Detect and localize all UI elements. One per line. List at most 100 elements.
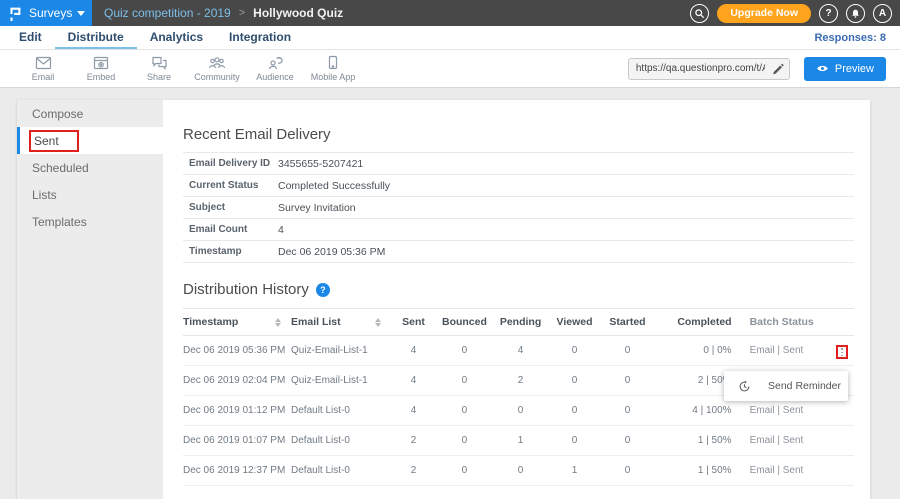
- breadcrumb-current: Hollywood Quiz: [253, 6, 343, 20]
- cell-pending: 2: [492, 366, 548, 396]
- sidebar-item-templates[interactable]: Templates: [17, 208, 163, 235]
- table-row: Dec 06 2019 12:37 PM Default List-0 2 0 …: [183, 456, 854, 486]
- detail-value: 3455655-5207421: [278, 158, 363, 170]
- content-card: Compose Sent Scheduled Lists Templates R…: [17, 100, 870, 499]
- detail-label: Email Delivery ID: [189, 158, 278, 169]
- help-circle-icon[interactable]: ?: [316, 283, 330, 297]
- cell-timestamp: Dec 06 2019 02:04 PM: [183, 366, 291, 396]
- menu-item-send-reminder[interactable]: Send Reminder: [768, 380, 841, 392]
- cell-sent: 2: [391, 426, 437, 456]
- toolbar-item-label: Share: [147, 72, 171, 82]
- toolbar-item-share[interactable]: Share: [130, 56, 188, 82]
- column-header-completed: Completed: [654, 309, 737, 336]
- cell-timestamp: Dec 06 2019 01:07 PM: [183, 426, 291, 456]
- cell-bounced: 0: [436, 426, 492, 456]
- distribution-history-title-text: Distribution History: [183, 281, 309, 298]
- detail-row: Email Count 4: [183, 219, 854, 241]
- tab-edit[interactable]: Edit: [6, 26, 55, 49]
- toolbar-item-audience[interactable]: Audience: [246, 56, 304, 82]
- detail-value: Dec 06 2019 05:36 PM: [278, 246, 385, 258]
- logo-area: Surveys: [0, 0, 92, 26]
- detail-row: Current Status Completed Successfully: [183, 175, 854, 197]
- sort-icon[interactable]: [275, 318, 281, 327]
- cell-timestamp: Dec 06 2019 01:12 PM: [183, 396, 291, 426]
- breadcrumb: Quiz competition - 2019 > Hollywood Quiz: [104, 0, 343, 26]
- toolbar-item-label: Embed: [87, 72, 116, 82]
- cell-sent: 4: [391, 396, 437, 426]
- distribute-sidebar: Compose Sent Scheduled Lists Templates: [17, 100, 163, 499]
- tab-integration[interactable]: Integration: [216, 26, 304, 49]
- cell-viewed: 0: [549, 366, 601, 396]
- cell-started: 0: [600, 426, 654, 456]
- column-header-started: Started: [600, 309, 654, 336]
- detail-row: Timestamp Dec 06 2019 05:36 PM: [183, 241, 854, 263]
- edit-url-icon[interactable]: [771, 62, 784, 75]
- toolbar-item-mobile-app[interactable]: Mobile App: [304, 55, 362, 82]
- top-header-bar: Surveys Quiz competition - 2019 > Hollyw…: [0, 0, 900, 26]
- cell-batch-status: Email | Sent: [738, 336, 819, 366]
- sidebar-item-compose[interactable]: Compose: [17, 100, 163, 127]
- row-options-button[interactable]: [836, 345, 848, 359]
- cell-started: 0: [600, 336, 654, 366]
- help-icon: ?: [825, 8, 831, 19]
- cell-bounced: 0: [436, 366, 492, 396]
- column-header-timestamp: Timestamp: [183, 309, 291, 336]
- cell-viewed: 0: [549, 396, 601, 426]
- tab-analytics[interactable]: Analytics: [137, 26, 216, 49]
- help-button[interactable]: ?: [819, 4, 838, 23]
- toolbar-item-email[interactable]: Email: [14, 56, 72, 82]
- surveys-menu[interactable]: Surveys: [29, 6, 85, 20]
- column-header-sent: Sent: [391, 309, 437, 336]
- sort-icon[interactable]: [375, 318, 381, 327]
- questionpro-logo: [8, 5, 22, 22]
- detail-label: Email Count: [189, 224, 278, 235]
- cell-sent: 4: [391, 336, 437, 366]
- table-row: Dec 06 2019 05:36 PM Quiz-Email-List-1 4…: [183, 336, 854, 366]
- eye-icon: [816, 64, 829, 73]
- cell-timestamp: Dec 06 2019 12:37 PM: [183, 456, 291, 486]
- cell-email-list: Quiz-Email-List-1: [291, 336, 391, 366]
- breadcrumb-separator-icon: >: [239, 7, 245, 19]
- header-actions: Upgrade Now ? A: [690, 0, 900, 26]
- survey-nav: Edit Distribute Analytics Integration Re…: [0, 26, 900, 50]
- detail-row: Subject Survey Invitation: [183, 197, 854, 219]
- cell-timestamp: Dec 06 2019 05:36 PM: [183, 336, 291, 366]
- column-header-viewed: Viewed: [549, 309, 601, 336]
- cell-bounced: 0: [436, 396, 492, 426]
- detail-label: Timestamp: [189, 246, 278, 257]
- community-icon: [208, 56, 226, 70]
- cell-bounced: 0: [436, 336, 492, 366]
- column-header-actions: [819, 309, 854, 336]
- cell-pending: 4: [492, 336, 548, 366]
- share-icon: [151, 56, 168, 70]
- row-options-menu: Send Reminder: [724, 371, 848, 401]
- detail-label: Subject: [189, 202, 278, 213]
- detail-row: Email Delivery ID 3455655-5207421: [183, 153, 854, 175]
- upgrade-now-button[interactable]: Upgrade Now: [717, 4, 811, 23]
- tab-distribute[interactable]: Distribute: [55, 26, 137, 49]
- responses-count[interactable]: Responses: 8: [814, 26, 894, 49]
- cell-viewed: 0: [549, 426, 601, 456]
- toolbar-item-embed[interactable]: Embed: [72, 56, 130, 82]
- survey-url-input[interactable]: [628, 58, 790, 80]
- cell-email-list: Default List-0: [291, 456, 391, 486]
- cell-sent: 4: [391, 366, 437, 396]
- search-button[interactable]: [690, 4, 709, 23]
- column-header-bounced: Bounced: [436, 309, 492, 336]
- cell-pending: 0: [492, 456, 548, 486]
- column-header-batch-status: Batch Status: [738, 309, 819, 336]
- avatar[interactable]: A: [873, 4, 892, 23]
- annotation-highlight: Sent: [29, 130, 79, 152]
- toolbar-item-label: Audience: [256, 72, 294, 82]
- breadcrumb-parent[interactable]: Quiz competition - 2019: [104, 6, 231, 20]
- preview-button[interactable]: Preview: [804, 57, 886, 81]
- sidebar-item-lists[interactable]: Lists: [17, 181, 163, 208]
- sidebar-item-sent[interactable]: Sent: [17, 127, 163, 154]
- cell-started: 0: [600, 456, 654, 486]
- sidebar-item-scheduled[interactable]: Scheduled: [17, 154, 163, 181]
- detail-value: 4: [278, 224, 284, 236]
- cell-started: 0: [600, 396, 654, 426]
- toolbar-item-community[interactable]: Community: [188, 56, 246, 82]
- toolbar-item-label: Email: [32, 72, 55, 82]
- notifications-button[interactable]: [846, 4, 865, 23]
